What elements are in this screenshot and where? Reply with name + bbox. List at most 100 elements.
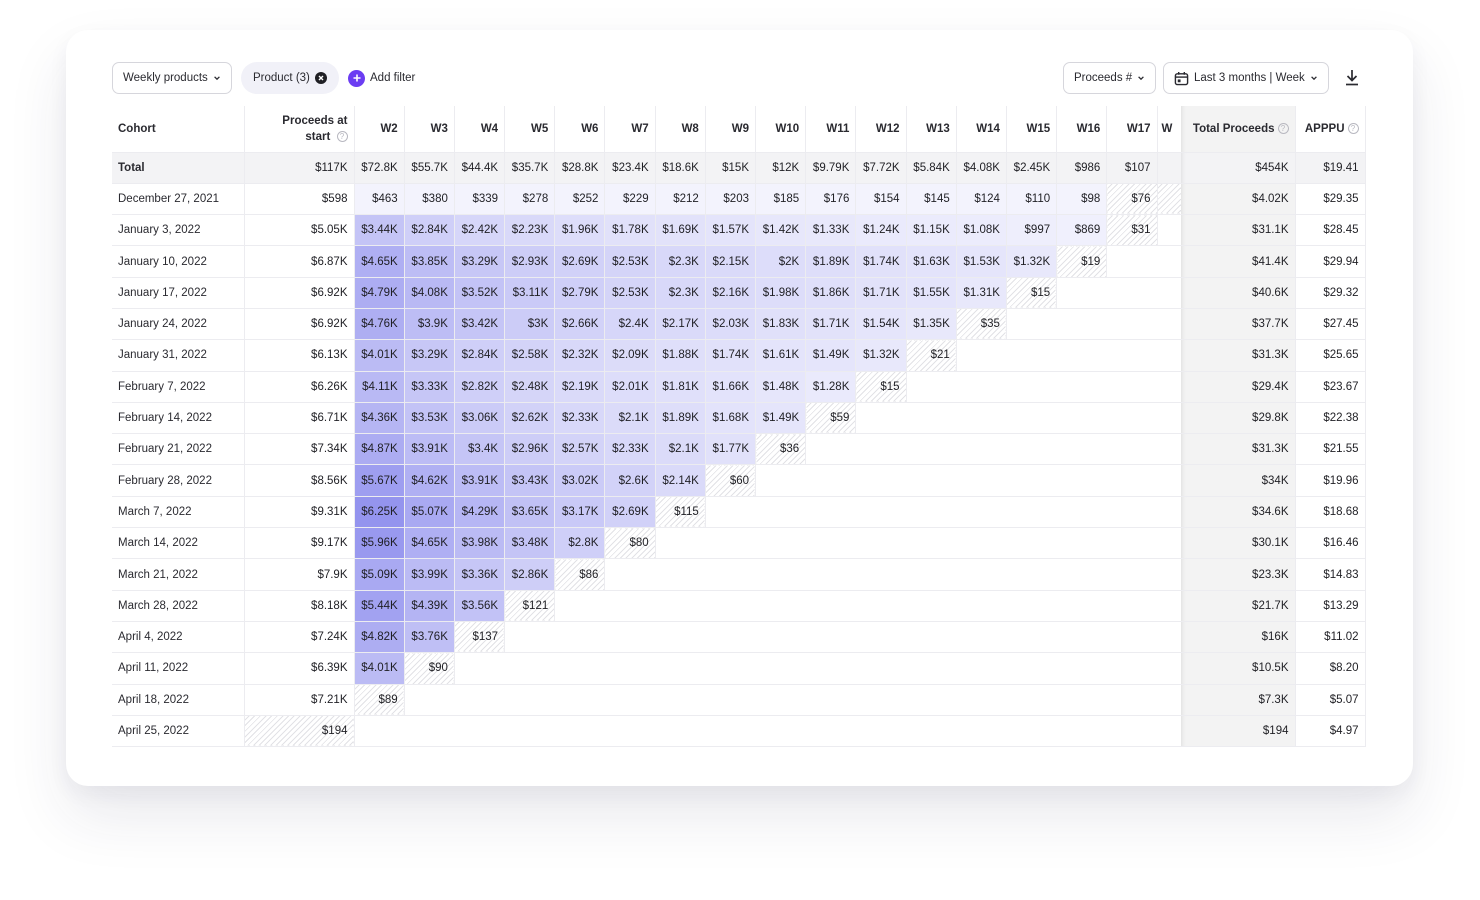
table-row[interactable]: March 14, 2022 $9.17K $5.96K $4.65K $3.98K $3… <box>112 527 1366 560</box>
column-header-week[interactable]: W7 <box>604 106 656 153</box>
table-row[interactable]: April 11, 2022 $6.39K $4.01K $90 $10.5K $8.20 <box>112 652 1366 685</box>
cohort-cell: April 11, 2022 <box>112 652 245 685</box>
column-header-cohort[interactable]: Cohort <box>112 106 245 153</box>
week-cell <box>1106 433 1157 466</box>
table-row[interactable]: April 25, 2022 $194 $194 $4.97 <box>112 715 1366 748</box>
column-header-week[interactable]: W13 <box>906 106 957 153</box>
add-filter-button[interactable]: Add filter <box>348 62 415 94</box>
week-cell <box>755 715 806 748</box>
week-cell <box>1006 652 1057 685</box>
week-cell: $2.8K <box>554 527 606 560</box>
week-cell: $212 <box>655 183 706 216</box>
header-total-proceeds-label: Total Proceeds <box>1192 122 1275 135</box>
total-proceeds-cell: $21.7K <box>1181 590 1296 622</box>
week-cell: $3.44K <box>354 214 405 247</box>
column-header-week[interactable]: W12 <box>855 106 907 153</box>
week-cell <box>1157 152 1181 184</box>
table-row[interactable]: March 21, 2022 $7.9K $5.09K $3.99K $3.36K $2.… <box>112 558 1366 591</box>
metric-selector[interactable]: Proceeds # <box>1063 62 1157 94</box>
remove-filter-icon[interactable] <box>314 72 327 84</box>
total-proceeds-cell: $16K <box>1181 621 1296 654</box>
week-cell <box>1106 245 1157 278</box>
week-cell: $2.33K <box>554 402 606 435</box>
week-cell: $1.69K <box>655 214 706 247</box>
column-header-week[interactable]: W5 <box>504 106 556 153</box>
column-header-week[interactable]: W15 <box>1006 106 1058 153</box>
column-header-week[interactable]: W8 <box>655 106 706 153</box>
week-cell: $3.9K <box>404 308 455 341</box>
column-header-total-proceeds[interactable]: Total Proceeds? <box>1181 106 1296 153</box>
view-selector[interactable]: Weekly products <box>112 62 232 94</box>
column-header-week[interactable]: W4 <box>454 106 506 153</box>
week-cell: $2.19K <box>554 371 606 403</box>
start-cell: $7.34K <box>244 433 355 466</box>
week-cell: $339 <box>454 183 506 216</box>
column-header-week[interactable]: W11 <box>805 106 857 153</box>
week-cell <box>705 558 756 591</box>
total-proceeds-cell: $10.5K <box>1181 652 1296 685</box>
week-cell: $1.63K <box>906 245 957 278</box>
week-cell: $4.79K <box>354 277 405 309</box>
table-row[interactable]: January 17, 2022 $6.92K $4.79K $4.08K $3.52K… <box>112 277 1366 309</box>
week-cell <box>755 684 806 716</box>
table-row[interactable]: April 18, 2022 $7.21K $89 $7.3K $5.07 <box>112 684 1366 716</box>
week-cell: $2.53K <box>604 277 656 309</box>
week-cell: $2.82K <box>454 371 506 403</box>
total-proceeds-cell: $194 <box>1181 715 1296 748</box>
help-icon[interactable]: ? <box>336 131 348 143</box>
apppu-cell: $13.29 <box>1295 590 1366 622</box>
week-cell <box>755 496 806 529</box>
week-cell: $1.78K <box>604 214 656 247</box>
week-cell: $2.86K <box>504 558 556 591</box>
column-header-week[interactable]: W <box>1157 106 1181 153</box>
table-row[interactable]: March 28, 2022 $8.18K $5.44K $4.39K $3.56K $1… <box>112 590 1366 622</box>
column-header-week[interactable]: W6 <box>554 106 606 153</box>
week-cell: $2.14K <box>655 464 706 497</box>
date-range-selector[interactable]: Last 3 months | Week <box>1163 62 1329 94</box>
week-cell <box>906 527 957 560</box>
table-row[interactable]: February 21, 2022 $7.34K $4.87K $3.91K $3.4K… <box>112 433 1366 466</box>
table-row[interactable]: February 14, 2022 $6.71K $4.36K $3.53K $3.06… <box>112 402 1366 435</box>
table-row[interactable]: February 28, 2022 $8.56K $5.67K $4.62K $3.91… <box>112 464 1366 497</box>
week-cell: $4.82K <box>354 621 405 654</box>
cohort-report-card: Weekly products Product (3) Add filter P… <box>66 30 1413 786</box>
column-header-week[interactable]: W10 <box>755 106 807 153</box>
column-header-week[interactable]: W16 <box>1056 106 1108 153</box>
column-header-proceeds-at-start[interactable]: Proceeds at start ? <box>244 106 355 153</box>
week-cell <box>755 652 806 685</box>
week-cell: $15K <box>705 152 757 184</box>
week-cell: $1.32K <box>1006 245 1058 278</box>
start-cell: $6.92K <box>244 277 355 309</box>
table-row[interactable]: February 7, 2022 $6.26K $4.11K $3.33K $2.82K… <box>112 371 1366 403</box>
week-cell <box>705 684 756 716</box>
column-header-week[interactable]: W14 <box>956 106 1007 153</box>
apppu-cell: $22.38 <box>1295 402 1366 435</box>
week-cell: $2.3K <box>655 245 706 278</box>
week-cell <box>1056 558 1107 591</box>
download-icon[interactable] <box>1343 68 1361 88</box>
week-cell <box>705 590 756 622</box>
week-cell: $252 <box>554 183 606 216</box>
start-cell: $9.31K <box>244 496 355 529</box>
table-row[interactable]: January 31, 2022 $6.13K $4.01K $3.29K $2.84K… <box>112 339 1366 372</box>
table-row[interactable]: January 3, 2022 $5.05K $3.44K $2.84K $2.42K $… <box>112 214 1366 247</box>
week-cell <box>655 652 706 685</box>
table-row[interactable]: December 27, 2021 $598 $463 $380 $339 $278 $25… <box>112 183 1366 216</box>
help-icon[interactable]: ? <box>1347 123 1359 135</box>
column-header-week[interactable]: W3 <box>404 106 455 153</box>
table-row[interactable]: January 24, 2022 $6.92K $4.76K $3.9K $3.42K $… <box>112 308 1366 341</box>
help-icon[interactable]: ? <box>1277 123 1289 135</box>
column-header-apppu[interactable]: APPPU? <box>1295 106 1366 153</box>
table-row[interactable]: April 4, 2022 $7.24K $4.82K $3.76K $137 $16K $… <box>112 621 1366 654</box>
table-row[interactable]: January 10, 2022 $6.87K $4.65K $3.85K $3.29K… <box>112 245 1366 278</box>
week-cell: $1.61K <box>755 339 807 372</box>
column-header-week[interactable]: W17 <box>1106 106 1158 153</box>
week-cell: $110 <box>1006 183 1058 216</box>
column-header-week[interactable]: W2 <box>354 106 405 153</box>
week-cell <box>354 715 405 748</box>
filter-chip-product[interactable]: Product (3) <box>241 62 339 94</box>
column-header-week[interactable]: W9 <box>705 106 757 153</box>
table-row[interactable]: March 7, 2022 $9.31K $6.25K $5.07K $4.29K $3.… <box>112 496 1366 529</box>
week-cell <box>1056 652 1107 685</box>
week-cell <box>1006 433 1057 466</box>
